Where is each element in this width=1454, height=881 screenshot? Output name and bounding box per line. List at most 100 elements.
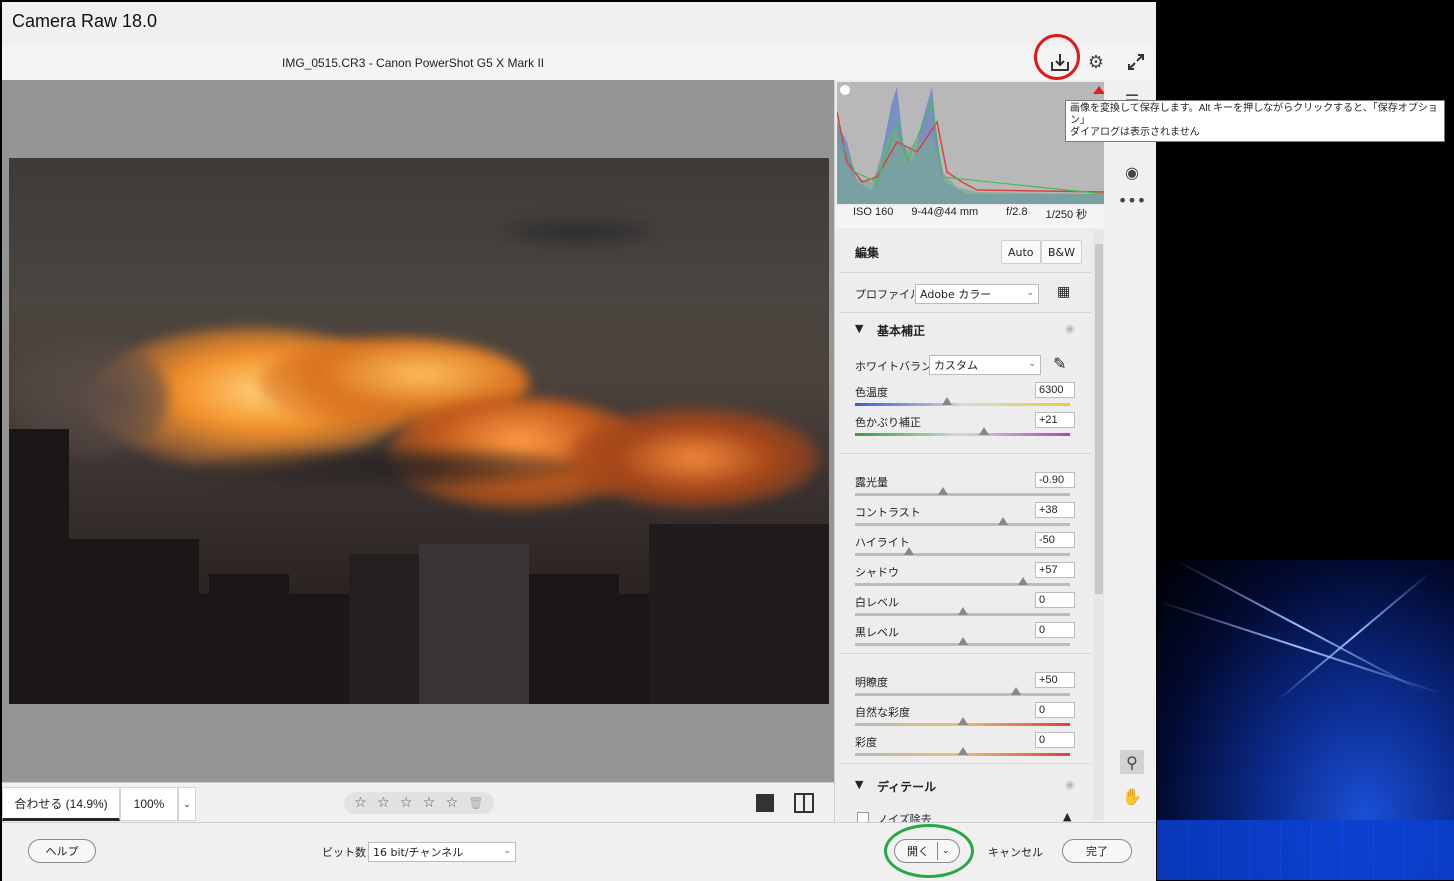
profile-row: プロファイル Adobe カラー ⌄ ▦ [835,276,1091,312]
slider-track[interactable] [855,493,1070,496]
scrollbar-thumb[interactable] [1095,244,1103,594]
detail-heading: ディテール [877,780,937,794]
slider-row: 白レベル 0 [855,592,1075,622]
star-icon[interactable]: ☆ [400,795,413,811]
before-after-icon[interactable] [794,793,814,813]
slider-value-field[interactable]: 0 [1035,592,1075,608]
slider-value-field[interactable]: 0 [1035,732,1075,748]
save-tooltip: 画像を変換して保存します。Alt キーを押しながらクリックすると、「保存オプショ… [1065,100,1445,142]
slider-thumb[interactable] [938,487,949,495]
edit-heading: 編集 [855,246,880,260]
edit-header: 編集 Auto B&W [835,232,1091,272]
file-info-bar: IMG_0515.CR3 - Canon PowerShot G5 X Mark… [2,46,1156,80]
help-button[interactable]: ヘルプ [28,839,96,863]
hand-tool[interactable]: ✋ [1120,784,1144,808]
slider-thumb[interactable] [957,637,968,645]
cancel-button[interactable]: キャンセル [988,844,1043,860]
slider-thumb[interactable] [998,517,1009,525]
eyedropper-icon[interactable]: ✎ [1053,354,1066,373]
single-view-icon[interactable] [756,794,774,812]
zoom-dropdown[interactable]: ⌄ [178,787,196,821]
noise-row: ノイズ除去 ▲ [835,810,1091,822]
more-icon: ••• [1117,190,1147,210]
settings-button[interactable]: ⚙ [1082,48,1110,76]
exif-shutter: 1/250 秒 [1045,209,1088,221]
auto-button[interactable]: Auto [1001,240,1041,264]
slider-label: 彩度 [855,737,877,749]
tool-strip: ☰ ⌗ ◉ ••• ⚲ ✋ [1104,80,1156,822]
slider-row: 彩度 0 [855,732,1075,762]
slider-track[interactable] [855,583,1070,586]
fullscreen-button[interactable] [1122,48,1150,76]
profile-select[interactable]: Adobe カラー ⌄ [915,284,1039,304]
slider-track[interactable] [855,403,1070,406]
slider-track[interactable] [855,433,1070,436]
slider-track[interactable] [855,523,1070,526]
profile-value: Adobe カラー [920,288,992,301]
slider-thumb[interactable] [979,427,989,435]
slider-label: コントラスト [855,507,921,519]
star-icon[interactable]: ☆ [354,795,367,811]
basic-header[interactable]: ▼ 基本補正 ◉ [835,320,1091,350]
slider-track[interactable] [855,553,1070,556]
slider-row: 色温度 6300 [855,382,1075,412]
title-bar: Camera Raw 18.0 [2,2,1156,46]
slider-thumb[interactable] [903,547,914,555]
slider-value-field[interactable]: +57 [1035,562,1075,578]
zoom-100-button[interactable]: 100% [120,787,178,821]
slider-thumb[interactable] [942,397,953,405]
trash-icon[interactable]: 🗑 [468,796,483,810]
slider-label: 自然な彩度 [855,707,910,719]
slider-value-field[interactable]: 6300 [1035,382,1075,398]
slider-value-field[interactable]: 0 [1035,702,1075,718]
chevron-down-icon: ⌄ [1028,359,1036,369]
white-balance-row: ホワイトバランス カスタム ⌄ ✎ [835,352,1091,382]
slider-thumb[interactable] [957,607,968,615]
slider-thumb[interactable] [957,717,968,725]
profile-browser-icon[interactable]: ▦ [1057,284,1070,300]
visibility-eye-icon[interactable]: ◉ [1065,322,1075,335]
slider-value-field[interactable]: +50 [1035,672,1075,688]
slider-value-field[interactable]: +21 [1035,412,1075,428]
shadow-clip-icon [840,85,850,95]
detail-header[interactable]: ▼ ディテール ◉ [835,776,1091,806]
redeye-tool[interactable]: ◉ [1120,160,1144,184]
app-title: Camera Raw 18.0 [12,11,158,31]
star-icon[interactable]: ☆ [446,795,459,811]
eye-icon: ◉ [1125,162,1139,182]
star-icon[interactable]: ☆ [423,795,436,811]
bw-button[interactable]: B&W [1041,240,1083,264]
magnifier-icon: ⚲ [1126,752,1138,772]
zoom-fit-button[interactable]: 合わせる (14.9%) [2,787,120,821]
done-button[interactable]: 完了 [1062,839,1132,863]
slider-value-field[interactable]: -0.90 [1035,472,1075,488]
star-icon[interactable]: ☆ [377,795,390,811]
noise-label: ノイズ除去 [877,813,932,822]
zoom-tool[interactable]: ⚲ [1120,750,1144,774]
bottom-bar: ヘルプ ビット数： 16 bit/チャンネル ⌄ 開く ⌄ キャンセル 完了 [2,822,1156,881]
rating-stars: ☆ ☆ ☆ ☆ ☆ 🗑 [344,792,494,814]
noise-checkbox[interactable] [857,812,869,822]
bitdepth-value: 16 bit/チャンネル [373,846,464,859]
slider-thumb[interactable] [1017,577,1028,585]
slider-row: シャドウ +57 [855,562,1075,592]
slider-thumb[interactable] [1011,687,1022,695]
wb-value: カスタム [934,359,978,372]
slider-value-field[interactable]: 0 [1035,622,1075,638]
slider-value-field[interactable]: -50 [1035,532,1075,548]
slider-thumb[interactable] [957,747,968,755]
preview-footer: 合わせる (14.9%) 100% ⌄ ☆ ☆ ☆ ☆ ☆ 🗑 [2,782,834,823]
visibility-eye-icon[interactable]: ◉ [1065,778,1075,791]
slider-row: 露光量 -0.90 [855,472,1075,502]
wb-select[interactable]: カスタム ⌄ [929,355,1041,375]
slider-track[interactable] [855,693,1070,696]
image-preview-area[interactable] [2,80,834,782]
slider-value-field[interactable]: +38 [1035,502,1075,518]
bitdepth-select[interactable]: 16 bit/チャンネル ⌄ [368,842,516,862]
exif-bar: ISO 160 9-44@44 mm f/2.8 1/250 秒 [835,206,1105,228]
slider-label: 明瞭度 [855,677,888,689]
camera-raw-window: Camera Raw 18.0 IMG_0515.CR3 - Canon Pow… [2,2,1156,881]
more-tools[interactable]: ••• [1117,188,1147,212]
save-button-highlight [1034,34,1080,80]
slider-label: 白レベル [855,597,899,609]
